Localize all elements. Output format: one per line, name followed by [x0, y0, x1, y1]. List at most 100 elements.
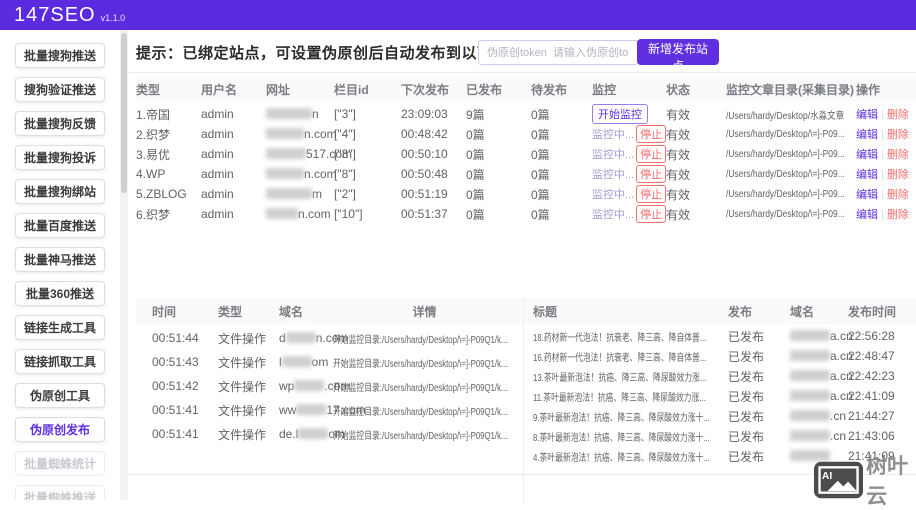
redacted-text	[285, 332, 316, 343]
site-published-count: 0篇	[466, 187, 485, 202]
log-detail: 开始监控目录:/Users/hardy/Desktop/\=]-P09Q1/k.…	[328, 355, 523, 370]
log-detail-text: 开始监控目录:/Users/hardy/Desktop/\=]-P09Q1/k.…	[333, 406, 508, 418]
site-url-suffix: m	[312, 187, 322, 201]
site-type: 3.易优	[136, 147, 171, 162]
tip-text: 提示：已绑定站点，可设置伪原创后自动发布到以下站点	[136, 45, 524, 62]
delete-link[interactable]: 删除	[887, 109, 909, 121]
site-type: 1.帝国	[136, 107, 171, 122]
site-column-id: ["2"]	[334, 187, 356, 201]
sidebar-item-10[interactable]: 伪原创工具	[15, 383, 105, 408]
sidebar-item-6[interactable]: 批量神马推送	[15, 247, 105, 272]
site-pending-count: 0篇	[531, 147, 550, 162]
monitoring-label: 监控中...	[592, 189, 635, 201]
stop-monitor-button[interactable]: 停止	[636, 205, 667, 223]
log-detail: 开始监控目录:/Users/hardy/Desktop/\=]-P09Q1/k.…	[328, 427, 523, 442]
log-domain-prefix: wp	[279, 379, 295, 393]
sites-column-header: 状态	[666, 82, 691, 97]
stop-monitor-button[interactable]: 停止	[636, 165, 667, 183]
site-url: n	[266, 107, 334, 121]
site-column-id: ["10"]	[334, 207, 363, 221]
delete-link[interactable]: 删除	[887, 169, 909, 181]
monitoring-label: 监控中...	[592, 169, 635, 181]
stop-monitor-button[interactable]: 停止	[636, 145, 667, 163]
delete-link[interactable]: 删除	[887, 189, 909, 201]
log-column-header: 域名	[790, 304, 815, 319]
log-detail: 开始监控目录:/Users/hardy/Desktop/\=]-P09Q1/k.…	[328, 403, 523, 418]
site-published-count: 0篇	[466, 127, 485, 142]
log-row: 00:51:44 文件操作 d n.com 开始监控目录:/Users/hardy/De…	[136, 326, 523, 350]
watermark-label: 树叶云	[866, 455, 909, 508]
published-domain: a.cn	[763, 389, 853, 403]
site-status: 有效	[666, 147, 691, 162]
log-type: 文件操作	[218, 331, 267, 346]
token-input[interactable]	[478, 40, 638, 65]
edit-link[interactable]: 编辑	[856, 189, 878, 201]
action-separator: |	[881, 129, 884, 141]
site-monitor-dir-text: /Users/hardy/Desktop/\=]-P09...	[726, 128, 845, 140]
edit-link[interactable]: 编辑	[856, 209, 878, 221]
sidebar-item-8[interactable]: 链接生成工具	[15, 315, 105, 340]
stop-monitor-button[interactable]: 停止	[636, 185, 667, 203]
start-monitor-button[interactable]: 开始监控	[592, 104, 648, 124]
edit-link[interactable]: 编辑	[856, 169, 878, 181]
delete-link[interactable]: 删除	[887, 149, 909, 161]
published-title: 18.药材新一代泡法！抗衰老、降三高、降自体普...	[523, 329, 708, 344]
site-status: 有效	[666, 207, 691, 222]
site-next-publish: 00:51:19	[401, 187, 448, 201]
sidebar-item-0[interactable]: 批量搜狗推送	[15, 43, 105, 68]
sidebar-item-5[interactable]: 批量百度推送	[15, 213, 105, 238]
site-monitor-dir: /Users/hardy/Desktop/\=]-P09...	[726, 169, 856, 180]
site-type: 6.织梦	[136, 207, 171, 222]
site-url: n.com	[266, 207, 334, 221]
site-monitor-dir-text: /Users/hardy/Desktop/水淼文章	[726, 110, 845, 122]
site-monitor-dir-text: /Users/hardy/Desktop/\=]-P09...	[726, 208, 845, 220]
site-user: admin	[201, 127, 234, 141]
redacted-text	[266, 148, 306, 159]
site-actions: 编辑 | 删除	[856, 166, 916, 182]
log-detail-text: 开始监控目录:/Users/hardy/Desktop/\=]-P09Q1/k.…	[333, 382, 508, 394]
published-row: 9.茶叶最新泡法！抗癌、降三高、降尿酸效力涨十... 已发布 .cn 21:44:27	[523, 406, 916, 426]
sidebar-item-3[interactable]: 批量搜狗投诉	[15, 145, 105, 170]
redacted-text	[790, 390, 830, 401]
action-separator: |	[881, 189, 884, 201]
redacted-text	[790, 430, 830, 441]
site-monitor-dir: /Users/hardy/Desktop/\=]-P09...	[726, 129, 856, 140]
log-detail-text: 开始监控目录:/Users/hardy/Desktop/\=]-P09Q1/k.…	[333, 430, 508, 442]
sidebar-scrollbar-thumb[interactable]	[121, 33, 127, 193]
log-column-header: 时间	[152, 304, 177, 319]
sidebar-item-2[interactable]: 批量搜狗反馈	[15, 111, 105, 136]
sidebar-item-11[interactable]: 伪原创发布	[15, 417, 105, 442]
edit-link[interactable]: 编辑	[856, 149, 878, 161]
site-user: admin	[201, 187, 234, 201]
sites-column-header: 栏目id	[334, 82, 369, 97]
sidebar-item-9[interactable]: 链接抓取工具	[15, 349, 105, 374]
site-monitor-dir-text: /Users/hardy/Desktop/\=]-P09...	[726, 148, 845, 160]
edit-link[interactable]: 编辑	[856, 129, 878, 141]
site-column-id: ["4"]	[334, 127, 356, 141]
site-user: admin	[201, 147, 234, 161]
site-url-suffix: n.com	[304, 127, 337, 141]
publish-status: 已发布	[728, 449, 765, 464]
site-url: n.com	[266, 167, 337, 181]
action-separator: |	[881, 109, 884, 121]
edit-link[interactable]: 编辑	[856, 109, 878, 121]
site-status: 有效	[666, 187, 691, 202]
publish-status: 已发布	[728, 409, 765, 424]
stop-monitor-button[interactable]: 停止	[636, 125, 667, 143]
log-domain-suffix: om	[311, 355, 329, 369]
table-row: 2.织梦 admin n.com ["4"] 00:48:42 0篇 0篇 监控中... 停止有…	[136, 124, 916, 144]
sidebar-item-7[interactable]: 批量360推送	[15, 281, 105, 306]
published-row: 8.茶叶最新泡法！抗癌、降三高、降尿酸效力涨十... 已发布 .cn 21:43:06	[523, 426, 916, 446]
published-domain: a.cn	[763, 349, 853, 363]
add-publish-site-button[interactable]: 新增发布站点	[637, 39, 719, 73]
delete-link[interactable]: 删除	[887, 129, 909, 141]
sidebar-item-1[interactable]: 搜狗验证推送	[15, 77, 105, 102]
sidebar-item-4[interactable]: 批量搜狗绑站	[15, 179, 105, 204]
site-actions: 编辑 | 删除	[856, 126, 916, 142]
published-title-text: 11.茶叶最新泡法！抗癌、降三高、降尿酸效力涨...	[533, 392, 706, 404]
delete-link[interactable]: 删除	[887, 209, 909, 221]
site-url-suffix: n	[312, 107, 319, 121]
log-domain: ww 17.com	[276, 403, 366, 417]
publish-time: 21:44:27	[848, 409, 895, 423]
redacted-text	[790, 330, 830, 341]
